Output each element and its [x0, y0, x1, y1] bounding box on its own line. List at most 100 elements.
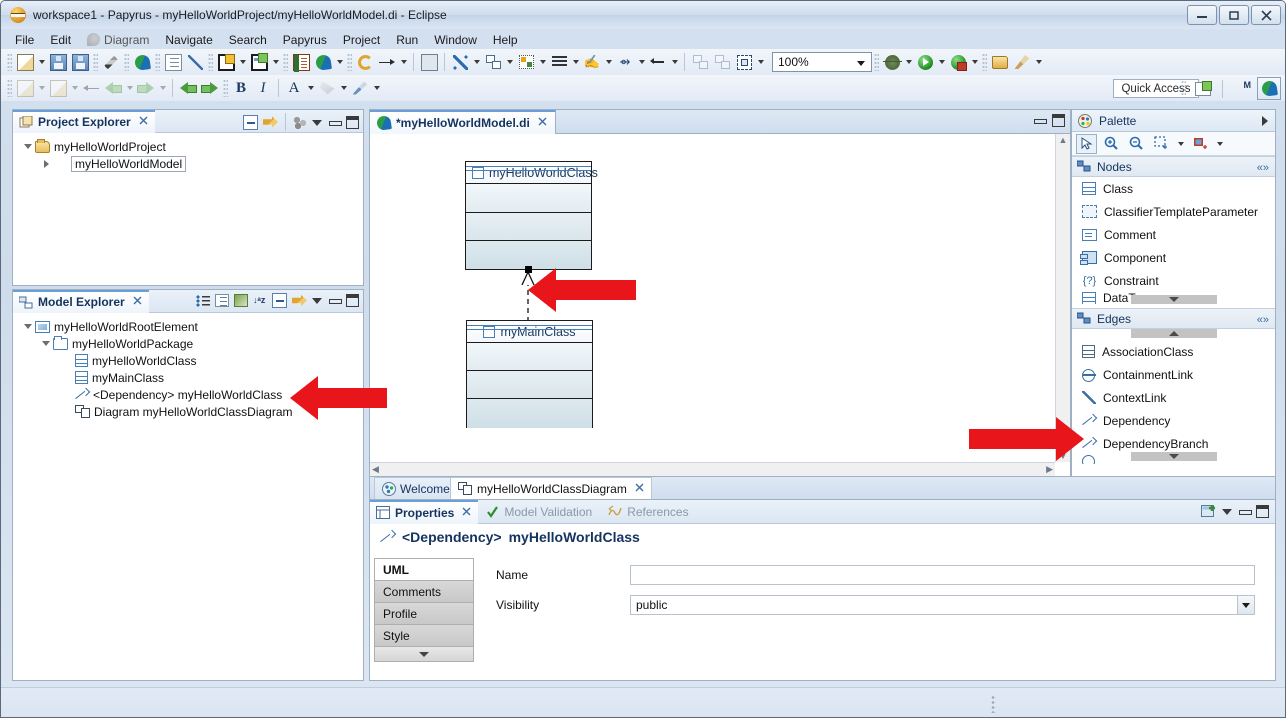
- palette-item-classifiertemplateparameter[interactable]: ClassifierTemplateParameter: [1072, 200, 1275, 223]
- zoom-in-tool-button[interactable]: [1100, 133, 1122, 155]
- view-menu-icon[interactable]: [312, 295, 323, 306]
- collapse-all-icon[interactable]: [243, 114, 258, 130]
- brush-button[interactable]: [1011, 51, 1033, 73]
- toolbar-grip-3[interactable]: [124, 53, 129, 71]
- twisty-expanded[interactable]: [21, 324, 35, 329]
- toolbar-grip-2[interactable]: [93, 53, 98, 71]
- fill-button[interactable]: [316, 77, 338, 99]
- toolbar2-grip[interactable]: [7, 79, 12, 97]
- status-resize-grip[interactable]: [991, 695, 996, 713]
- side-tab-comments[interactable]: Comments: [374, 580, 474, 602]
- side-tab-uml[interactable]: UML: [374, 558, 474, 580]
- minimize-icon[interactable]: [328, 116, 342, 129]
- save-button[interactable]: [47, 51, 69, 73]
- uml-operations-compartment[interactable]: [466, 213, 591, 241]
- view-menu-icon[interactable]: [1222, 506, 1233, 517]
- side-tab-profile[interactable]: Profile: [374, 602, 474, 624]
- name-input[interactable]: [630, 565, 1255, 585]
- maximize-icon[interactable]: [346, 294, 359, 307]
- refresh-button[interactable]: [354, 51, 376, 73]
- select-all-button[interactable]: [449, 51, 471, 73]
- tree-item-root[interactable]: myHelloWorldRootElement: [17, 318, 363, 335]
- hand-tool-dropdown[interactable]: [603, 51, 614, 73]
- edges-scroll-down-button[interactable]: [1130, 452, 1217, 461]
- new-dropdown[interactable]: [36, 51, 47, 73]
- brush-dropdown[interactable]: [1033, 51, 1044, 73]
- new-diagram-dropdown[interactable]: [237, 51, 248, 73]
- palette-group-edges[interactable]: Edges «»: [1072, 308, 1275, 329]
- palette-item-comment[interactable]: Comment: [1072, 223, 1275, 246]
- back-history-button[interactable]: [80, 77, 102, 99]
- toolbar-grip-6[interactable]: [283, 53, 288, 71]
- horizontal-size-dropdown[interactable]: [669, 51, 680, 73]
- palette-item-dependency[interactable]: Dependency: [1072, 409, 1275, 432]
- arrange-button[interactable]: [711, 51, 733, 73]
- restore-button[interactable]: [1219, 5, 1249, 25]
- minimize-button[interactable]: [1187, 5, 1217, 25]
- close-icon[interactable]: [139, 116, 148, 128]
- open-perspective-button[interactable]: [1192, 78, 1214, 100]
- toolbar-grip-7[interactable]: [347, 53, 352, 71]
- italic-button[interactable]: I: [252, 77, 274, 99]
- tab-references[interactable]: References: [600, 500, 696, 524]
- new-note-button[interactable]: [290, 51, 312, 73]
- papyrus-perspective-button[interactable]: [1257, 77, 1281, 100]
- tab-model-validation[interactable]: Model Validation: [478, 500, 600, 524]
- horizontal-size-button[interactable]: [647, 51, 669, 73]
- route-button[interactable]: ⇴: [614, 51, 636, 73]
- tab-project-explorer[interactable]: Project Explorer: [13, 109, 155, 133]
- tab-model-di[interactable]: *myHelloWorldModel.di: [370, 110, 556, 134]
- close-icon[interactable]: [538, 117, 547, 129]
- forward-dropdown[interactable]: [157, 77, 168, 99]
- undo-button[interactable]: [177, 77, 199, 99]
- twisty-expanded[interactable]: [39, 341, 53, 346]
- menu-edit[interactable]: Edit: [42, 31, 79, 49]
- toolbar-grip-5[interactable]: [208, 53, 213, 71]
- visibility-combo[interactable]: public: [630, 595, 1255, 615]
- canvas-horizontal-scrollbar[interactable]: ◀ ▶: [370, 462, 1055, 476]
- twisty-collapsed[interactable]: [39, 159, 53, 168]
- export-button[interactable]: [47, 77, 69, 99]
- menu-help[interactable]: Help: [485, 31, 526, 49]
- outline-button[interactable]: [162, 51, 184, 73]
- palette-item-component[interactable]: Component: [1072, 246, 1275, 269]
- sort-az-icon[interactable]: ↓ᵃz: [253, 294, 267, 307]
- import-button[interactable]: [14, 77, 36, 99]
- close-icon[interactable]: [133, 296, 142, 308]
- uml-class-mymainclass[interactable]: myMainClass: [466, 320, 593, 428]
- palette-group-nodes[interactable]: Nodes «»: [1072, 156, 1275, 177]
- palette-item-contextlink[interactable]: ContextLink: [1072, 386, 1275, 409]
- back-button[interactable]: [102, 77, 124, 99]
- perspective-grip[interactable]: [1181, 79, 1186, 98]
- line-color-dropdown[interactable]: [371, 77, 382, 99]
- scroll-right-icon[interactable]: ▶: [1046, 464, 1053, 475]
- uml-attributes-compartment[interactable]: [466, 184, 591, 213]
- menu-file[interactable]: File: [7, 31, 42, 49]
- view-filter-icon[interactable]: [293, 115, 307, 129]
- forward-button[interactable]: [135, 77, 157, 99]
- uml-nested-compartment[interactable]: [466, 241, 591, 269]
- tree-item-model[interactable]: myHelloWorldModel: [17, 155, 363, 172]
- uml-attributes-compartment[interactable]: [467, 343, 592, 371]
- link-with-editor-icon[interactable]: [263, 116, 278, 128]
- show-tree-icon[interactable]: [215, 294, 229, 307]
- minimize-icon[interactable]: [328, 294, 342, 307]
- new-model-button[interactable]: [248, 51, 270, 73]
- toolbar-grip-8[interactable]: [874, 53, 879, 71]
- tab-properties[interactable]: Properties: [370, 499, 479, 524]
- debug-dropdown[interactable]: [903, 51, 914, 73]
- modeling-perspective-button[interactable]: [1231, 78, 1253, 100]
- side-tabs-more-button[interactable]: [374, 646, 474, 662]
- diagram-canvas[interactable]: myHelloWorldClass myMainClass: [370, 134, 1070, 476]
- menu-run[interactable]: Run: [388, 31, 426, 49]
- chevron-right-icon[interactable]: [1262, 116, 1268, 126]
- back-dropdown[interactable]: [124, 77, 135, 99]
- group-button[interactable]: [482, 51, 504, 73]
- group-dropdown[interactable]: [504, 51, 515, 73]
- toolbar-grip-9[interactable]: [982, 53, 987, 71]
- palette-item-containmentlink[interactable]: ContainmentLink: [1072, 363, 1275, 386]
- zoom-combo[interactable]: 100%: [772, 52, 872, 72]
- tree-item-hello-class[interactable]: myHelloWorldClass: [17, 352, 363, 369]
- export-dropdown[interactable]: [69, 77, 80, 99]
- route-dropdown[interactable]: [636, 51, 647, 73]
